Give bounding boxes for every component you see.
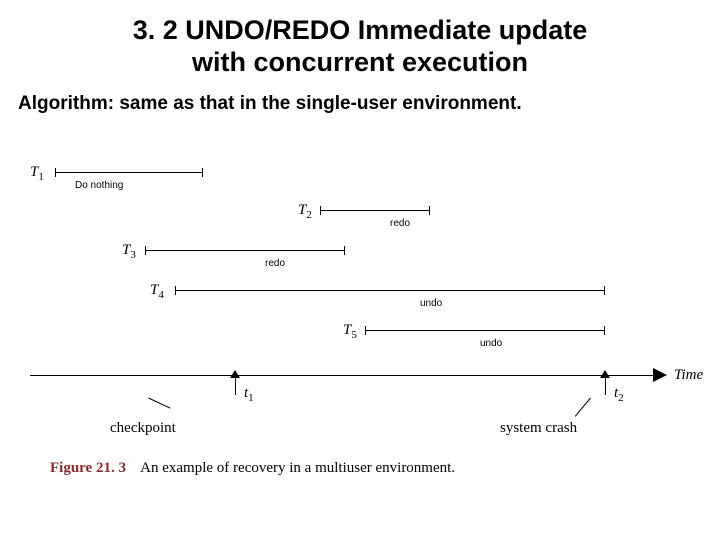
tx-action-t1: Do nothing [75, 180, 123, 191]
tx-label-t3: T3 [122, 242, 136, 261]
t2-marker: t2 [614, 385, 624, 404]
tx-label-t5: T5 [343, 322, 357, 341]
slide-title: 3. 2 UNDO/REDO Immediate update with con… [0, 0, 720, 79]
figure-number: Figure 21. 3 [50, 460, 126, 476]
tx-bar-t1 [55, 172, 203, 173]
title-line-2: with concurrent execution [0, 46, 720, 78]
tx-bar-t4 [175, 290, 605, 291]
tx-action-t2: redo [390, 218, 410, 229]
t1-marker: t1 [244, 385, 254, 404]
tx-label-t4: T4 [150, 282, 164, 301]
checkpoint-pointer [148, 398, 170, 409]
crash-pointer [575, 398, 591, 417]
time-label: Time [674, 367, 703, 384]
tx-action-t4: undo [420, 298, 442, 309]
title-line-1: 3. 2 UNDO/REDO Immediate update [0, 14, 720, 46]
tx-action-t5: undo [480, 338, 502, 349]
tx-action-t3: redo [265, 258, 285, 269]
leader-arrow-crash [600, 370, 610, 380]
arrowhead-icon [653, 368, 671, 382]
tx-bar-t2 [320, 210, 430, 211]
crash-label: system crash [500, 420, 577, 437]
checkpoint-label: checkpoint [110, 420, 176, 437]
tx-label-t2: T2 [298, 202, 312, 221]
time-axis [30, 375, 658, 376]
algorithm-note: Algorithm: same as that in the single-us… [0, 79, 720, 115]
leader-arrow-checkpoint [230, 370, 240, 380]
tx-bar-t3 [145, 250, 345, 251]
figure-caption: Figure 21. 3 An example of recovery in a… [50, 460, 455, 477]
tx-label-t1: T1 [30, 164, 44, 183]
timeline-diagram: T1 Do nothing T2 redo T3 redo T4 undo T5… [30, 170, 690, 480]
tx-bar-t5 [365, 330, 605, 331]
figure-text: An example of recovery in a multiuser en… [140, 460, 455, 476]
